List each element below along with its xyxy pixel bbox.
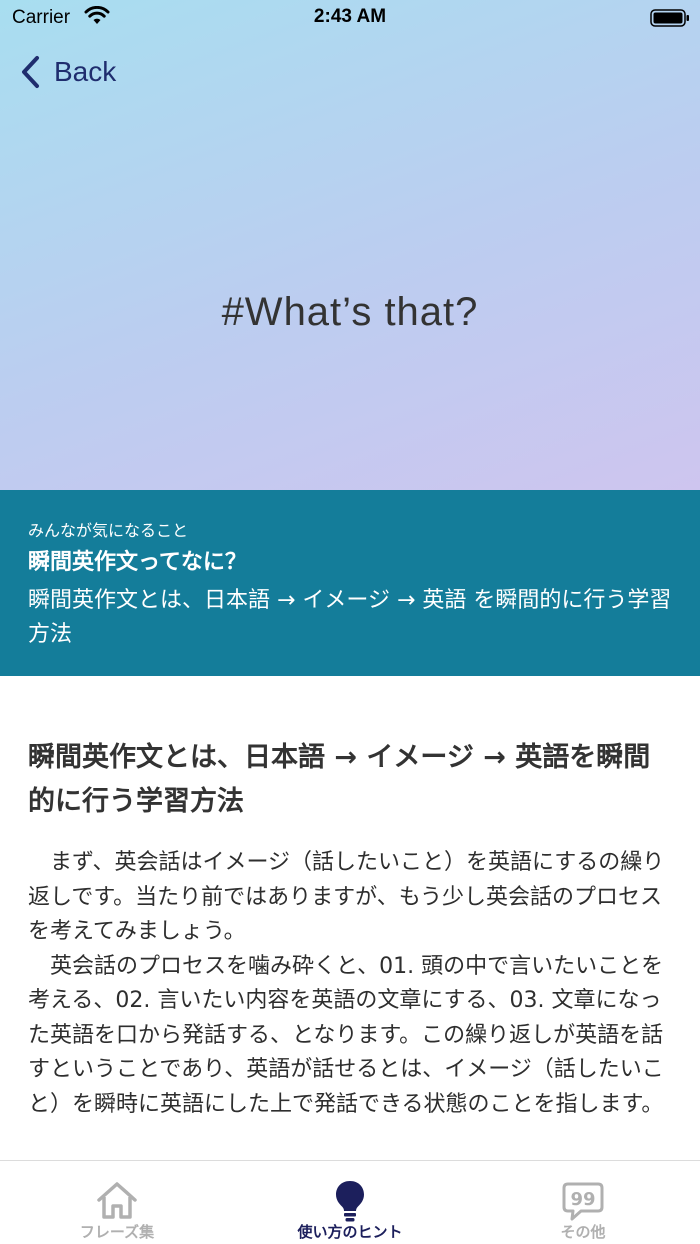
- back-label: Back: [54, 56, 117, 87]
- back-button[interactable]: Back: [18, 52, 116, 92]
- tab-label: フレーズ集: [79, 1223, 155, 1241]
- band-kicker: みんなが気になること: [28, 521, 189, 540]
- hero-header: Carrier 2:43 AM Back #What’s that?: [0, 0, 700, 490]
- svg-text:99: 99: [570, 1189, 595, 1210]
- lightbulb-icon: [336, 1181, 364, 1222]
- tab-label: 使い方のヒント: [297, 1223, 403, 1241]
- article: 瞬間英作文とは、日本語 → イメージ → 英語を瞬間的に行う学習方法 まず、英会…: [28, 736, 672, 1156]
- tab-tips[interactable]: 使い方のヒント: [233, 1161, 467, 1244]
- tab-other[interactable]: 99 その他: [466, 1161, 700, 1244]
- band-title: 瞬間英作文ってなに？: [28, 550, 247, 575]
- status-bar: Carrier 2:43 AM: [0, 0, 700, 36]
- article-paragraph: まず、英会話はイメージ（話したいこと）を英語にするの繰り返しです。当たり前ではあ…: [28, 850, 665, 944]
- article-heading: 瞬間英作文とは、日本語 → イメージ → 英語を瞬間的に行う学習方法: [28, 742, 651, 817]
- status-time: 2:43 AM: [313, 6, 387, 27]
- quote-bubble-icon: 99: [562, 1182, 604, 1221]
- battery-icon: [650, 9, 689, 27]
- band-description: 瞬間英作文とは、日本語 → イメージ → 英語 を瞬間的に行う学習方法: [28, 588, 672, 647]
- tab-bar: フレーズ集 使い方のヒント 99 その他: [0, 1160, 700, 1244]
- article-paragraph: 英会話のプロセスを噛み砕くと、01. 頭の中で言いたいことを考える、02. 言い…: [28, 953, 664, 1117]
- tab-label: その他: [560, 1223, 606, 1241]
- article-body: まず、英会話はイメージ（話したいこと）を英語にするの繰り返しです。当たり前ではあ…: [28, 846, 672, 1122]
- chevron-left-icon: [22, 56, 39, 88]
- hero-title: #What’s that?: [221, 290, 479, 334]
- home-icon: [97, 1182, 137, 1219]
- summary-band: みんなが気になること 瞬間英作文ってなに？ 瞬間英作文とは、日本語 → イメージ…: [0, 490, 700, 676]
- tab-phrases[interactable]: フレーズ集: [0, 1161, 234, 1244]
